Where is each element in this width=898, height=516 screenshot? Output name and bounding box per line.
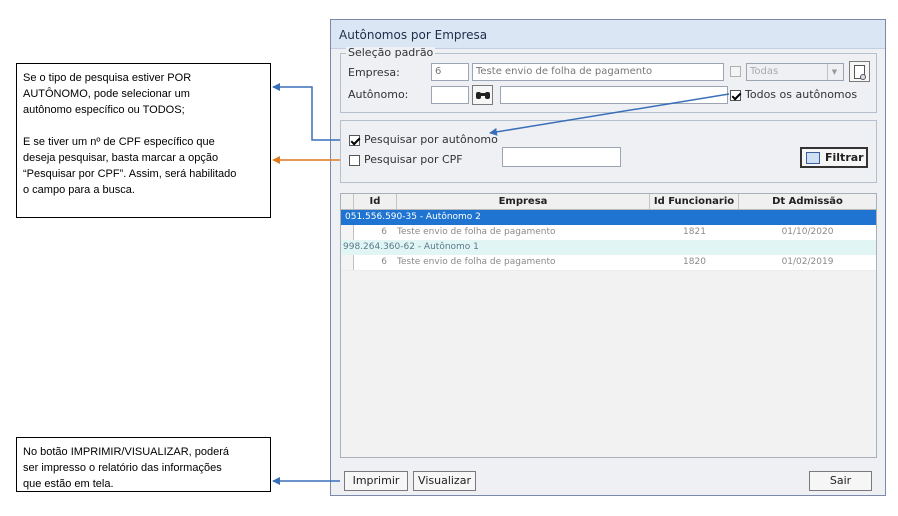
note-line: No botão IMPRIMIR/VISUALIZAR, poderá [23,446,230,458]
autonomos-grid: Id Empresa Id Funcionario Dt Admissão 05… [340,193,877,458]
autonomo-code-input[interactable] [431,86,469,104]
grid-header: Id Empresa Id Funcionario Dt Admissão [341,194,876,210]
selecao-padrao-legend: Seleção padrão [346,46,436,59]
print-preview-button[interactable] [849,61,870,82]
column-header-id-funcionario[interactable]: Id Funcionario [650,194,739,209]
note-line: AUTÔNOMO, pode selecionar um [23,88,190,100]
note-line: ser impresso o relatório das informações [23,462,222,474]
filtrar-label: Filtrar [825,151,864,164]
todos-autonomos-label: Todos os autônomos [745,88,858,101]
empresa-label: Empresa: [348,66,400,79]
note-line: “Pesquisar por CPF”. Assim, será habilit… [23,168,237,180]
sair-button[interactable]: Sair [809,471,872,491]
note-line: o campo para a busca. [23,184,135,196]
todas-select[interactable]: Todas ▼ [746,63,844,81]
group-row[interactable]: 998.264.360-62 - Autônomo 1 [341,240,876,255]
pesquisar-autonomo-checkbox[interactable] [349,135,360,146]
group-header: 051.556.590-35 - Autônomo 2 [345,212,481,222]
pesquisar-cpf-label: Pesquisar por CPF [364,153,463,166]
cpf-input[interactable] [502,147,621,167]
note-line: Se o tipo de pesquisa estiver POR [23,72,192,84]
note-line: que estão em tela. [23,478,114,490]
imprimir-button[interactable]: Imprimir [344,471,408,491]
note-line: deseja pesquisar, basta marcar a opção [23,152,219,164]
cell-dt-admissao: 01/02/2019 [781,257,834,267]
table-row[interactable]: 6 Teste envio de folha de pagamento 1821… [341,225,876,241]
cell-id: 6 [381,257,387,267]
selecao-padrao-group: Seleção padrão Empresa: 6 Teste envio de… [340,47,877,113]
binoculars-button[interactable] [472,85,493,105]
annotation-note-search: Se o tipo de pesquisa estiver POR AUTÔNO… [16,63,271,218]
cell-id-funcionario: 1821 [683,227,706,237]
pesquisa-group: Pesquisar por autônomo Pesquisar por CPF… [340,120,877,183]
row-selector[interactable] [341,255,354,270]
chevron-down-icon: ▼ [827,64,841,80]
todas-checkbox[interactable] [730,66,741,77]
cell-id-funcionario: 1820 [683,257,706,267]
cell-id: 6 [381,227,387,237]
autonomo-name-input[interactable] [500,86,728,104]
column-header-dt-admissao[interactable]: Dt Admissão [739,194,876,209]
cell-empresa: Teste envio de folha de pagamento [397,257,556,267]
pesquisar-autonomo-label: Pesquisar por autônomo [364,133,498,146]
group-row[interactable]: 051.556.590-35 - Autônomo 2 [341,210,876,225]
group-header: 998.264.360-62 - Autônomo 1 [343,242,479,252]
row-selector[interactable] [341,225,354,240]
visualizar-button[interactable]: Visualizar [413,471,476,491]
note-line: E se tiver um nº de CPF específico que [23,136,215,148]
filtrar-button[interactable]: Filtrar [800,147,868,168]
annotation-note-print: No botão IMPRIMIR/VISUALIZAR, poderá ser… [16,437,271,492]
autonomo-label: Autônomo: [348,88,409,101]
column-header-empresa[interactable]: Empresa [397,194,650,209]
print-preview-icon [854,65,866,80]
filter-icon [806,152,820,164]
autonomos-window: Autônomos por Empresa Seleção padrão Emp… [330,19,886,496]
cell-dt-admissao: 01/10/2020 [781,227,834,237]
empresa-name-input[interactable]: Teste envio de folha de pagamento [472,63,724,81]
table-row[interactable]: 6 Teste envio de folha de pagamento 1820… [341,255,876,271]
window-title: Autônomos por Empresa [331,20,885,49]
cell-empresa: Teste envio de folha de pagamento [397,227,556,237]
pesquisar-cpf-checkbox[interactable] [349,155,360,166]
empresa-code-input[interactable]: 6 [431,63,469,81]
todos-autonomos-checkbox[interactable] [730,90,741,101]
binoculars-icon [475,90,490,100]
note-line: autônomo específico ou TODOS; [23,104,185,116]
todas-select-value: Todas [750,66,779,77]
column-header-id[interactable]: Id [354,194,397,209]
